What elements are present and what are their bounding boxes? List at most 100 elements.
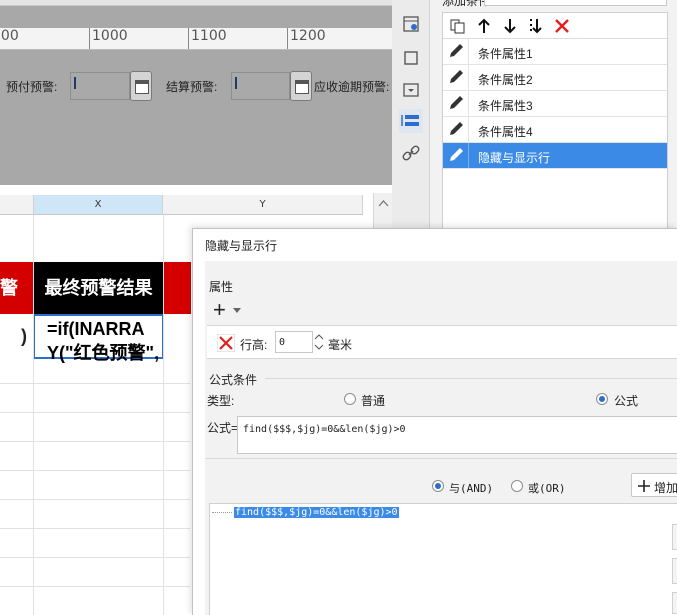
type-normal-label: 普通 [361, 394, 386, 408]
header-cell-red[interactable] [163, 262, 191, 314]
condition-list-toolbar [443, 13, 667, 39]
add-condition-label: 增加 [654, 481, 677, 495]
header-cell-partial[interactable]: 警 [0, 262, 33, 314]
formula-input-value: find($$$,$jg)=0&&len($jg)>0 [243, 424, 406, 435]
grid-line [0, 528, 190, 529]
receivable-overdue-warning-label: 应收逾期预警: [314, 80, 390, 94]
rectangle-icon[interactable] [399, 46, 423, 70]
list-side-control[interactable] [672, 592, 677, 614]
row-height-attribute-row: 行高: 0 毫米 [207, 325, 677, 359]
panel-title: 添加条件 [442, 0, 491, 8]
grid-line [0, 557, 190, 558]
prepay-warning-label: 预付预警: [6, 80, 58, 94]
formula-label: 公式= [207, 421, 239, 435]
type-formula-label: 公式 [614, 394, 639, 408]
chevron-down-icon [233, 308, 241, 313]
condition-item[interactable]: 条件属性4 [443, 117, 667, 143]
column-header-x[interactable]: X [34, 195, 163, 215]
edit-pen-icon[interactable] [443, 65, 469, 90]
grid-line [33, 215, 34, 615]
condition-expression-item[interactable]: find($$$,$jg)=0&&len($jg)>0 [234, 507, 399, 518]
row-height-value: 0 [279, 337, 286, 348]
link-icon[interactable] [399, 141, 423, 165]
condition-item-label: 条件属性2 [478, 73, 533, 87]
final-warning-result-header[interactable]: 最终预警结果 [34, 262, 163, 314]
edit-pen-icon[interactable] [443, 143, 469, 168]
canvas-top-strip [0, 0, 392, 6]
settlement-warning-picker-button[interactable] [290, 71, 312, 101]
condition-item[interactable]: 条件属性3 [443, 91, 667, 117]
add-condition-button[interactable]: 增加 [631, 473, 677, 497]
copy-icon[interactable] [449, 17, 467, 35]
condition-item-label: 条件属性3 [478, 99, 533, 113]
row-height-spinner[interactable] [313, 331, 325, 353]
delete-icon[interactable] [553, 17, 571, 35]
row-height-label: 行高: [240, 338, 268, 352]
delete-attribute-icon[interactable] [217, 334, 235, 352]
condition-item-label: 条件属性4 [478, 125, 533, 139]
edit-pen-icon[interactable] [443, 117, 469, 142]
type-formula-radio[interactable] [596, 393, 608, 405]
grid-line [0, 383, 190, 384]
grid-line [0, 470, 190, 471]
condition-item-selected[interactable]: 隐藏与显示行 [443, 143, 667, 169]
move-bottom-icon[interactable] [527, 17, 545, 35]
formula-line-1: =if(INARRA [47, 319, 145, 339]
dialog-body: 属性 + 行高: 0 毫米 公式条件 类型: 普通 公式 公式= find($$… [205, 261, 677, 615]
selected-formula-cell[interactable]: =if(INARRA Y("红色预警", [33, 314, 164, 363]
attribute-side-toolbar [392, 0, 430, 230]
dialog-title: 隐藏与显示行 [205, 239, 278, 253]
type-label: 类型: [207, 394, 235, 408]
parameter-form-row: 预付预警: 结算预警: 应收逾期预警: [0, 70, 392, 102]
add-attribute-button[interactable]: + [211, 297, 247, 323]
ruler-tick: 1200 [290, 28, 326, 44]
condition-list: 条件属性1 条件属性2 条件属性3 条件属性4 隐藏与显示行 [442, 12, 668, 230]
section-divider [205, 458, 677, 459]
horizontal-ruler: 000 1000 1100 1200 [0, 28, 392, 50]
dropdown-icon[interactable] [399, 78, 423, 102]
grid-line [0, 441, 190, 442]
ruler-tick-line [89, 28, 90, 49]
arrow-down-icon[interactable] [501, 17, 519, 35]
template-icon[interactable] [399, 12, 423, 36]
formula-line-2: Y("红色预警", [47, 343, 160, 363]
ruler-tick-line [287, 28, 288, 49]
grid-line [0, 499, 190, 500]
prepay-warning-input[interactable] [70, 72, 130, 100]
scroll-up-icon[interactable] [374, 195, 393, 213]
list-side-control[interactable] [672, 524, 677, 550]
logic-and-radio[interactable] [432, 480, 444, 492]
condition-expression-list: find($$$,$jg)=0&&len($jg)>0 [209, 503, 677, 615]
ruler-tick: 1000 [92, 28, 128, 44]
ruler-tick: 000 [0, 28, 19, 44]
condition-item[interactable]: 条件属性1 [443, 39, 667, 65]
prepay-warning-picker-button[interactable] [130, 71, 152, 101]
grid-line [0, 412, 190, 413]
condition-item[interactable]: 条件属性2 [443, 65, 667, 91]
unit-label: 毫米 [328, 338, 353, 352]
panel-title-input[interactable] [484, 0, 667, 6]
section-divider [265, 378, 677, 379]
tree-connector [212, 512, 232, 513]
logic-or-label: 或(OR) [528, 482, 566, 495]
row-height-input[interactable]: 0 [275, 331, 313, 353]
edit-pen-icon[interactable] [443, 91, 469, 116]
logic-and-label: 与(AND) [449, 482, 494, 495]
logic-or-radio[interactable] [511, 480, 523, 492]
hide-show-row-dialog: 隐藏与显示行 属性 + 行高: 0 毫米 公式条件 类型: 普通 公式 公式= … [192, 228, 677, 615]
text-cursor [74, 77, 76, 89]
plus-icon [638, 480, 650, 492]
grid-line [0, 586, 190, 587]
left-cell-partial[interactable]: ) [0, 315, 33, 357]
column-header[interactable] [0, 195, 34, 215]
condition-icon[interactable] [399, 109, 423, 133]
attribute-section-label: 属性 [209, 280, 234, 294]
edit-pen-icon[interactable] [443, 39, 469, 64]
arrow-up-icon[interactable] [475, 17, 493, 35]
list-side-control[interactable] [672, 558, 677, 584]
formula-input[interactable]: find($$$,$jg)=0&&len($jg)>0 [237, 416, 677, 454]
settlement-warning-input[interactable] [231, 72, 290, 100]
column-header-y[interactable]: Y [163, 195, 363, 215]
ruler-tick: 1100 [191, 28, 227, 44]
type-normal-radio[interactable] [344, 393, 356, 405]
